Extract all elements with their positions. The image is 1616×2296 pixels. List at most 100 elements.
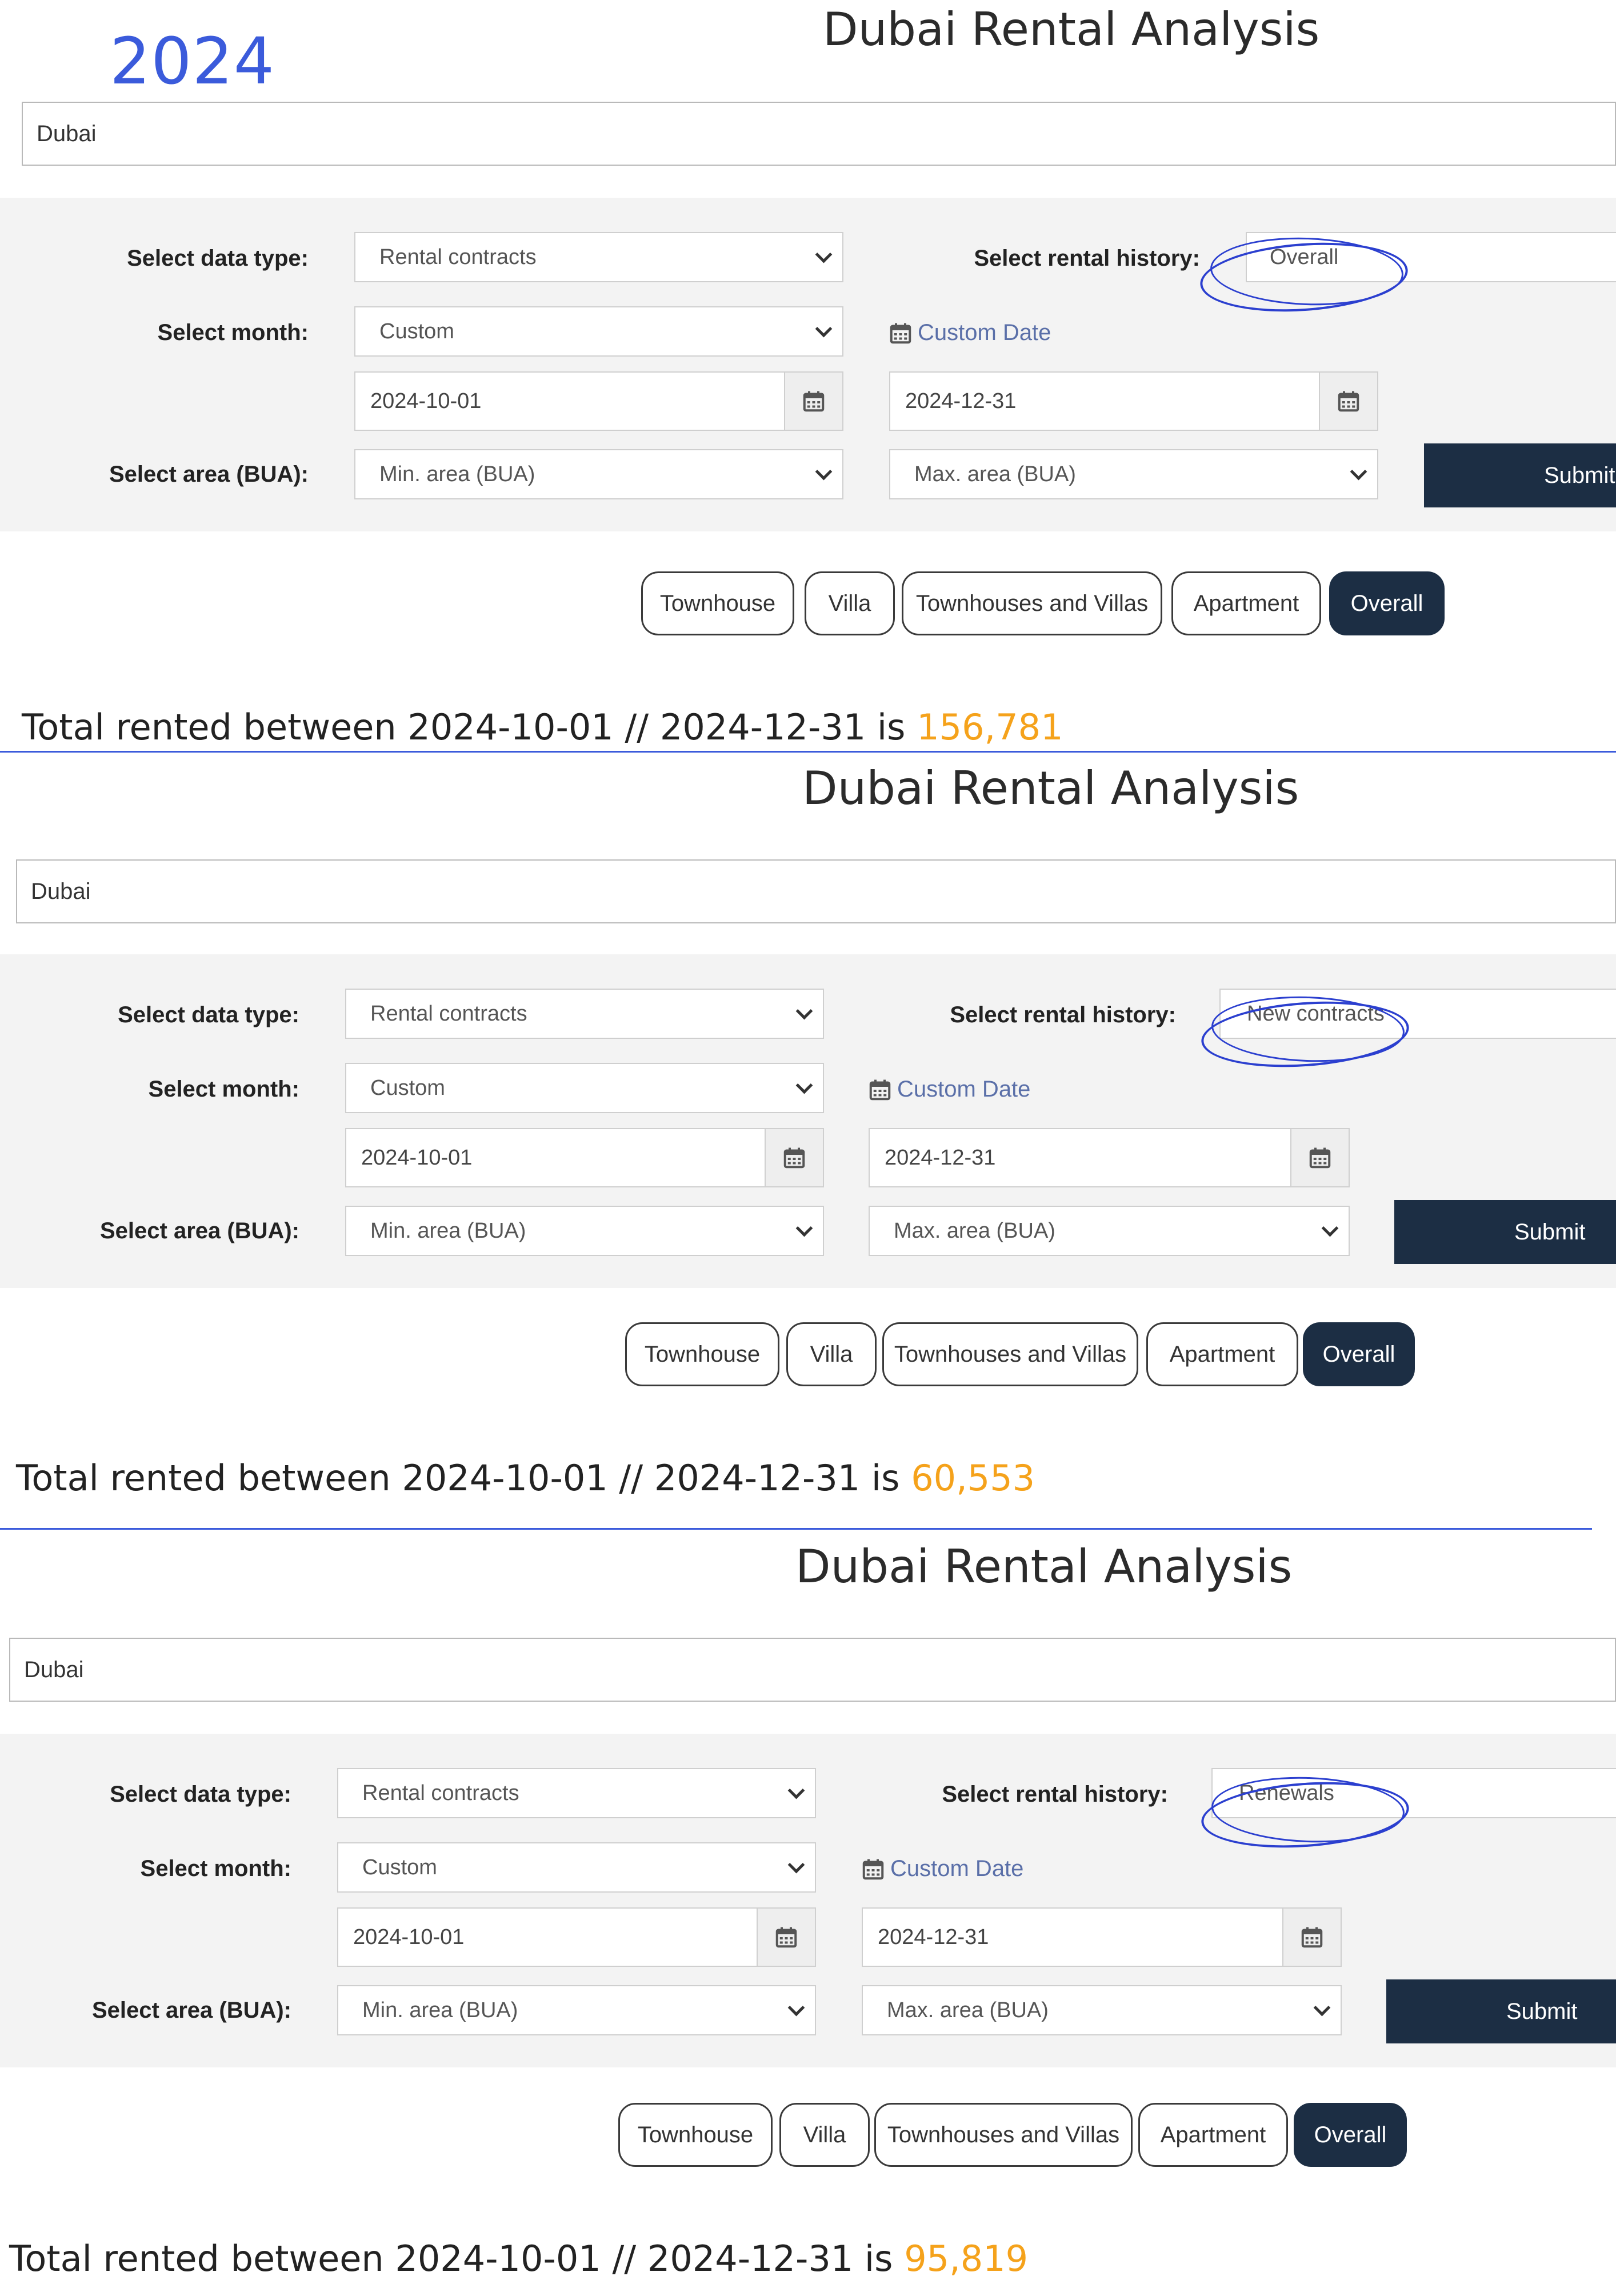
- month-select[interactable]: Custom: [337, 1842, 816, 1893]
- submit-button[interactable]: Submit: [1386, 1979, 1616, 2043]
- type-button-apartment[interactable]: Apartment: [1146, 1322, 1298, 1386]
- data-type-label: Select data type:: [110, 1782, 291, 1807]
- rental-history-value: Renewals: [1239, 1781, 1334, 1805]
- type-button-villa[interactable]: Villa: [779, 2103, 870, 2167]
- data-type-select[interactable]: Rental contracts: [354, 232, 843, 282]
- rental-analysis-panel: Dubai Rental Analysis Dubai Select data …: [0, 1536, 1616, 2296]
- location-search-input[interactable]: Dubai: [22, 102, 1616, 166]
- rental-history-label: Select rental history:: [942, 1782, 1168, 1807]
- custom-date-link[interactable]: Custom Date: [869, 1077, 1030, 1102]
- min-area-select[interactable]: Min. area (BUA): [354, 449, 843, 499]
- calendar-icon: [1301, 1927, 1323, 1948]
- chevron-down-icon: [1350, 463, 1367, 480]
- month-label: Select month:: [157, 320, 309, 345]
- min-area-select[interactable]: Min. area (BUA): [345, 1206, 824, 1256]
- data-type-label: Select data type:: [118, 1002, 299, 1027]
- type-button-townhouse[interactable]: Townhouse: [625, 1322, 779, 1386]
- submit-button[interactable]: Submit: [1424, 443, 1616, 507]
- month-select[interactable]: Custom: [354, 306, 843, 357]
- rental-history-value: New contracts: [1247, 1001, 1385, 1026]
- area-label: Select area (BUA):: [109, 462, 309, 487]
- type-button-apartment[interactable]: Apartment: [1171, 571, 1321, 635]
- custom-date-link[interactable]: Custom Date: [889, 320, 1051, 346]
- data-type-select[interactable]: Rental contracts: [345, 989, 824, 1039]
- rental-history-select[interactable]: Renewals: [1211, 1768, 1616, 1818]
- submit-button[interactable]: Submit: [1394, 1200, 1616, 1264]
- start-date-input[interactable]: 2024-10-01: [337, 1907, 816, 1967]
- total-rented-text: Total rented between 2024-10-01 // 2024-…: [16, 1461, 1035, 1496]
- start-date-input[interactable]: 2024-10-01: [345, 1128, 824, 1187]
- type-button-townhouses-and-villas[interactable]: Townhouses and Villas: [874, 2103, 1133, 2167]
- start-date-picker-button[interactable]: [757, 1909, 815, 1966]
- rental-history-select[interactable]: New contracts: [1219, 989, 1616, 1039]
- location-value: Dubai: [37, 121, 97, 146]
- location-search-input[interactable]: Dubai: [9, 1638, 1616, 1702]
- page-title: Dubai Rental Analysis: [795, 1540, 1293, 1593]
- data-type-select[interactable]: Rental contracts: [337, 1768, 816, 1818]
- end-date-value: 2024-12-31: [885, 1145, 996, 1170]
- start-date-value: 2024-10-01: [353, 1925, 465, 1949]
- month-value: Custom: [379, 319, 454, 343]
- location-search-input[interactable]: Dubai: [16, 859, 1616, 923]
- custom-date-text: Custom Date: [918, 320, 1051, 345]
- end-date-input[interactable]: 2024-12-31: [889, 371, 1378, 431]
- month-label: Select month:: [148, 1077, 299, 1102]
- max-area-select[interactable]: Max. area (BUA): [862, 1985, 1342, 2035]
- start-date-value: 2024-10-01: [361, 1145, 473, 1170]
- location-value: Dubai: [31, 878, 91, 904]
- total-rented-count: 156,781: [917, 706, 1063, 748]
- start-date-picker-button[interactable]: [784, 373, 842, 430]
- chevron-down-icon: [815, 463, 833, 480]
- type-button-townhouse[interactable]: Townhouse: [618, 2103, 773, 2167]
- chevron-down-icon: [795, 1219, 813, 1237]
- end-date-value: 2024-12-31: [878, 1925, 989, 1949]
- month-select[interactable]: Custom: [345, 1063, 824, 1113]
- start-date-picker-button[interactable]: [765, 1129, 823, 1186]
- max-area-select[interactable]: Max. area (BUA): [869, 1206, 1350, 1256]
- type-button-townhouse[interactable]: Townhouse: [641, 571, 794, 635]
- page-title: Dubai Rental Analysis: [802, 762, 1299, 815]
- type-button-townhouses-and-villas[interactable]: Townhouses and Villas: [882, 1322, 1138, 1386]
- rental-history-label: Select rental history:: [950, 1002, 1176, 1027]
- rental-history-select[interactable]: Overall: [1246, 232, 1616, 282]
- max-area-value: Max. area (BUA): [894, 1218, 1055, 1243]
- chevron-down-icon: [795, 1077, 813, 1094]
- rental-analysis-panel: Dubai Rental Analysis Dubai Select data …: [0, 0, 1616, 760]
- data-type-label: Select data type:: [127, 246, 309, 271]
- data-type-value: Rental contracts: [362, 1781, 519, 1805]
- custom-date-link[interactable]: Custom Date: [862, 1856, 1023, 1882]
- calendar-icon: [869, 1079, 891, 1100]
- type-button-overall[interactable]: Overall: [1294, 2103, 1407, 2167]
- total-rented-text: Total rented between 2024-10-01 // 2024-…: [22, 710, 1063, 745]
- max-area-value: Max. area (BUA): [914, 462, 1076, 486]
- month-value: Custom: [370, 1075, 445, 1100]
- max-area-select[interactable]: Max. area (BUA): [889, 449, 1378, 499]
- start-date-input[interactable]: 2024-10-01: [354, 371, 843, 431]
- start-date-value: 2024-10-01: [370, 389, 482, 413]
- end-date-picker-button[interactable]: [1319, 373, 1377, 430]
- type-button-villa[interactable]: Villa: [805, 571, 895, 635]
- min-area-value: Min. area (BUA): [379, 462, 535, 486]
- end-date-input[interactable]: 2024-12-31: [862, 1907, 1342, 1967]
- end-date-input[interactable]: 2024-12-31: [869, 1128, 1350, 1187]
- type-button-overall[interactable]: Overall: [1329, 571, 1445, 635]
- chevron-down-icon: [795, 1002, 813, 1019]
- total-rented-count: 60,553: [911, 1457, 1035, 1499]
- filter-form: Select data type: Rental contracts Selec…: [0, 198, 1616, 531]
- type-button-villa[interactable]: Villa: [786, 1322, 877, 1386]
- rental-analysis-panel: Dubai Rental Analysis Dubai Select data …: [0, 758, 1616, 1530]
- type-button-apartment[interactable]: Apartment: [1138, 2103, 1288, 2167]
- end-date-picker-button[interactable]: [1282, 1909, 1341, 1966]
- total-rented-text: Total rented between 2024-10-01 // 2024-…: [9, 2241, 1028, 2277]
- min-area-select[interactable]: Min. area (BUA): [337, 1985, 816, 2035]
- calendar-icon: [862, 1859, 884, 1879]
- type-button-townhouses-and-villas[interactable]: Townhouses and Villas: [902, 571, 1162, 635]
- data-type-value: Rental contracts: [370, 1001, 527, 1026]
- total-prefix: Total rented between 2024-10-01 // 2024-…: [22, 706, 906, 748]
- data-type-value: Rental contracts: [379, 245, 537, 269]
- end-date-picker-button[interactable]: [1290, 1129, 1349, 1186]
- calendar-icon: [775, 1927, 797, 1948]
- type-button-overall[interactable]: Overall: [1303, 1322, 1415, 1386]
- calendar-icon: [890, 323, 911, 343]
- calendar-icon: [1338, 391, 1359, 412]
